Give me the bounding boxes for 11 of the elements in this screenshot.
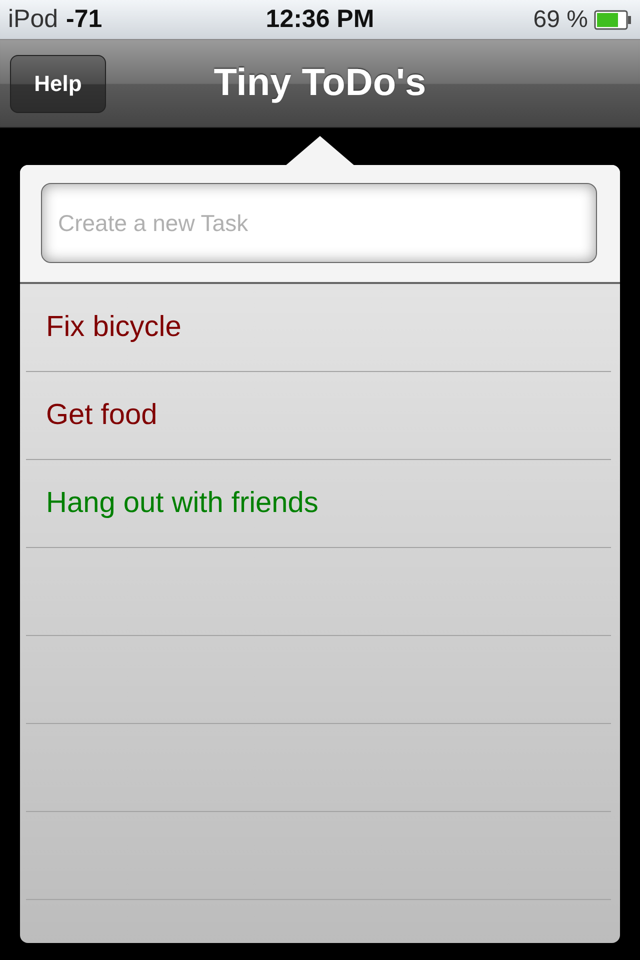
help-button[interactable]: Help: [10, 54, 106, 112]
new-task-field[interactable]: Create a new Task: [41, 183, 597, 263]
battery-percent: 69 %: [533, 6, 588, 34]
task-item[interactable]: Fix bicycle: [46, 311, 182, 344]
signal-strength: -71: [66, 5, 102, 34]
task-item[interactable]: Get food: [46, 399, 158, 432]
task-item[interactable]: Hang out with friends: [46, 487, 318, 520]
app-title: Tiny ToDo's: [214, 62, 426, 105]
battery-icon: [594, 10, 632, 30]
carrier-name: iPod: [8, 5, 58, 34]
clock-time: 12:36 PM: [266, 5, 374, 34]
